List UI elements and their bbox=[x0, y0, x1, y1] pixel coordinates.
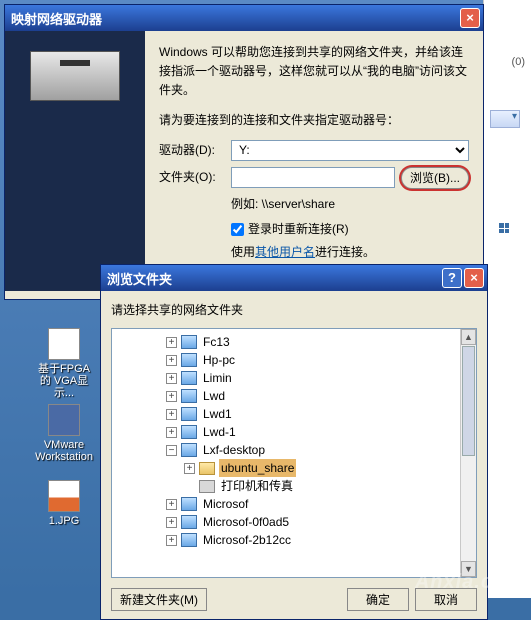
expand-toggle[interactable]: + bbox=[166, 409, 177, 420]
tree-node[interactable]: + ubuntu_share bbox=[118, 459, 474, 477]
prompt-text: 请为要连接到的连接和文件夹指定驱动器号： bbox=[159, 111, 469, 130]
tree-node[interactable]: + Microsof-0f0ad5 bbox=[118, 513, 474, 531]
expand-toggle[interactable]: + bbox=[166, 535, 177, 546]
drive-select[interactable]: Y: bbox=[231, 140, 469, 161]
computer-icon bbox=[181, 497, 197, 511]
tree-node-label: Lwd bbox=[201, 387, 227, 405]
tree-node[interactable]: + Limin bbox=[118, 369, 474, 387]
expand-toggle[interactable]: + bbox=[166, 499, 177, 510]
computer-icon bbox=[181, 443, 197, 457]
drive-label: 驱动器(D): bbox=[159, 141, 231, 160]
close-button[interactable]: × bbox=[464, 268, 484, 288]
folder-input[interactable] bbox=[231, 167, 395, 188]
tree-node[interactable]: − Lxf-desktop bbox=[118, 441, 474, 459]
other-user-link[interactable]: 其他用户名 bbox=[255, 245, 315, 259]
folder-label: 文件夹(O): bbox=[159, 168, 231, 187]
computer-icon bbox=[181, 425, 197, 439]
expand-toggle[interactable]: + bbox=[166, 373, 177, 384]
tree-node-label: Microsof bbox=[201, 495, 250, 513]
scroll-thumb[interactable] bbox=[462, 346, 475, 456]
computer-icon bbox=[181, 533, 197, 547]
use-suffix: 进行连接。 bbox=[315, 245, 375, 259]
ok-button[interactable]: 确定 bbox=[347, 588, 409, 611]
tree-node[interactable]: + Lwd-1 bbox=[118, 423, 474, 441]
tree-node[interactable]: + Microsof bbox=[118, 495, 474, 513]
tree-node[interactable]: + Lwd bbox=[118, 387, 474, 405]
browse-folder-window: 浏览文件夹 ? × 请选择共享的网络文件夹 +Fc13+Hp-pc+Limin+… bbox=[100, 264, 488, 620]
reconnect-label: 登录时重新连接(R) bbox=[248, 220, 349, 239]
expand-toggle[interactable]: + bbox=[166, 391, 177, 402]
image-icon bbox=[48, 480, 80, 512]
view-dropdown[interactable] bbox=[490, 110, 520, 128]
desktop-icon-label: 基于FPGA的 VGA显示... bbox=[34, 363, 94, 399]
tree-node-label: Lxf-desktop bbox=[201, 441, 267, 459]
tree-node-label: Limin bbox=[201, 369, 234, 387]
scroll-up-button[interactable]: ▲ bbox=[461, 329, 476, 345]
tree-node-label: Fc13 bbox=[201, 333, 232, 351]
computer-icon bbox=[181, 371, 197, 385]
tree-node-label: Lwd-1 bbox=[201, 423, 238, 441]
tree-node[interactable]: + Microsof-2b12cc bbox=[118, 531, 474, 549]
expand-toggle[interactable]: + bbox=[166, 427, 177, 438]
browse-instruction: 请选择共享的网络文件夹 bbox=[111, 301, 477, 318]
desktop-icon-fpga[interactable]: 基于FPGA的 VGA显示... bbox=[34, 328, 94, 399]
computer-icon bbox=[181, 353, 197, 367]
desktop: (0) 基于FPGA的 VGA显示... VMware Workstation … bbox=[0, 0, 531, 598]
window-title: 映射网络驱动器 bbox=[11, 9, 458, 28]
desktop-icon-label: 1.JPG bbox=[34, 515, 94, 527]
tree-node[interactable]: + Fc13 bbox=[118, 333, 474, 351]
app-icon bbox=[48, 404, 80, 436]
example-text: 例如: \\server\share bbox=[231, 195, 469, 214]
tree-node-label: Lwd1 bbox=[201, 405, 234, 423]
expand-toggle[interactable]: + bbox=[166, 337, 177, 348]
wizard-sidebar bbox=[5, 31, 145, 291]
window-title: 浏览文件夹 bbox=[107, 269, 440, 288]
expand-toggle[interactable]: − bbox=[166, 445, 177, 456]
tree-node[interactable]: + Hp-pc bbox=[118, 351, 474, 369]
close-button[interactable]: × bbox=[460, 8, 480, 28]
right-panel: (0) bbox=[483, 0, 531, 598]
use-prefix: 使用 bbox=[231, 245, 255, 259]
desktop-icon-label: VMware Workstation bbox=[34, 439, 94, 463]
titlebar[interactable]: 浏览文件夹 ? × bbox=[101, 265, 487, 291]
expand-toggle[interactable]: + bbox=[166, 355, 177, 366]
computer-icon bbox=[181, 335, 197, 349]
folder-icon bbox=[199, 462, 215, 475]
printer-icon bbox=[199, 480, 215, 493]
file-icon bbox=[48, 328, 80, 360]
cancel-button[interactable]: 取消 bbox=[415, 588, 477, 611]
wizard-main: Windows 可以帮助您连接到共享的网络文件夹，并给该连接指派一个驱动器号，这… bbox=[145, 31, 483, 299]
desktop-icon-jpg[interactable]: 1.JPG bbox=[34, 480, 94, 527]
browse-button[interactable]: 浏览(B)... bbox=[401, 167, 469, 189]
tree-node-label: Microsof-2b12cc bbox=[201, 531, 293, 549]
titlebar[interactable]: 映射网络驱动器 × bbox=[5, 5, 483, 31]
reconnect-checkbox[interactable] bbox=[231, 223, 244, 236]
drive-icon bbox=[30, 51, 120, 101]
right-count: (0) bbox=[512, 56, 525, 68]
expand-toggle[interactable]: + bbox=[184, 463, 195, 474]
computer-icon bbox=[181, 389, 197, 403]
computer-icon bbox=[181, 515, 197, 529]
tree-node-label: 打印机和传真 bbox=[219, 477, 295, 495]
help-button[interactable]: ? bbox=[442, 268, 462, 288]
tree-node[interactable]: + Lwd1 bbox=[118, 405, 474, 423]
scroll-down-button[interactable]: ▼ bbox=[461, 561, 476, 577]
folder-tree[interactable]: + Fc13 + Hp-pc + Limin + Lwd + Lwd1 + Lwd-1 − Lxf-des… bbox=[111, 328, 477, 578]
desktop-icon-vmware[interactable]: VMware Workstation bbox=[34, 404, 94, 463]
computer-icon bbox=[181, 407, 197, 421]
tree-node[interactable]: 打印机和传真 bbox=[118, 477, 474, 495]
map-network-drive-window: 映射网络驱动器 × Windows 可以帮助您连接到共享的网络文件夹，并给该连接… bbox=[4, 4, 484, 300]
tree-node-label: ubuntu_share bbox=[219, 459, 296, 477]
scrollbar[interactable]: ▲ ▼ bbox=[460, 329, 476, 577]
tree-node-label: Microsof-0f0ad5 bbox=[201, 513, 291, 531]
intro-text: Windows 可以帮助您连接到共享的网络文件夹，并给该连接指派一个驱动器号，这… bbox=[159, 43, 469, 101]
tree-node-label: Hp-pc bbox=[201, 351, 237, 369]
new-folder-button[interactable]: 新建文件夹(M) bbox=[111, 588, 207, 611]
expand-toggle[interactable]: + bbox=[166, 517, 177, 528]
